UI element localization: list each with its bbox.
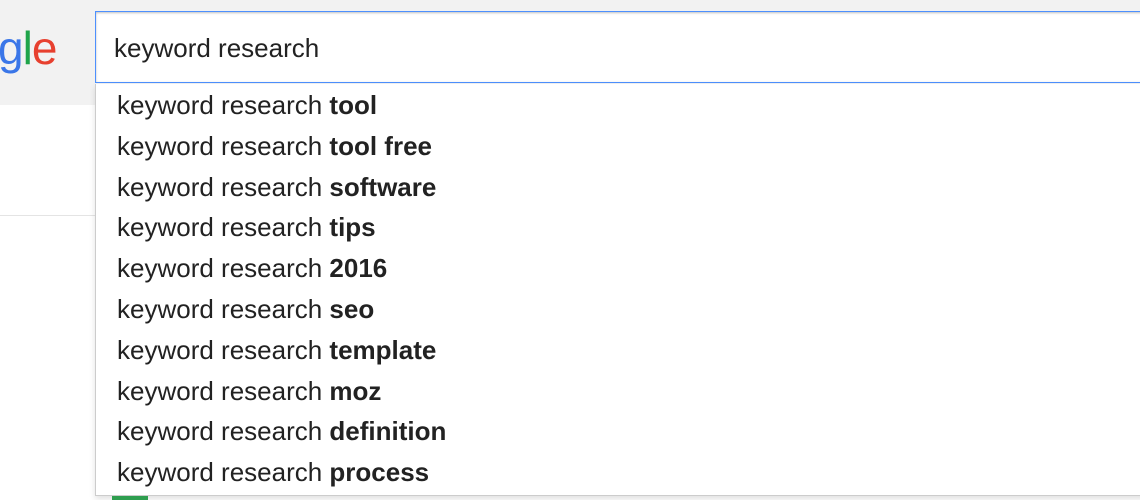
suggestion-completion: definition [329,416,447,447]
suggestion-completion: software [329,171,437,202]
suggestion-prefix: keyword research [117,334,330,365]
autocomplete-dropdown: keyword research tool keyword research t… [95,84,1140,496]
suggestion-item[interactable]: keyword research definition [96,410,1140,451]
suggestion-completion: seo [329,293,375,324]
logo-letter-e: e [31,22,58,74]
suggestion-item[interactable]: keyword research 2016 [96,247,1140,288]
suggestion-completion: tool [329,90,378,120]
suggestion-item[interactable]: keyword research tool free [96,125,1140,166]
suggestion-completion: tool free [329,130,432,161]
suggestion-completion: 2016 [329,253,388,284]
suggestion-completion: process [329,457,430,488]
suggestion-prefix: keyword research [117,130,330,161]
suggestion-completion: moz [329,375,382,406]
suggestion-completion: template [329,334,437,365]
suggestion-item[interactable]: keyword research seo [96,288,1140,329]
suggestion-prefix: keyword research [117,212,330,243]
suggestion-prefix: keyword research [117,90,330,120]
search-page: gle keyword research tool keyword resear… [0,0,1140,500]
search-result-peek [112,494,712,500]
suggestion-item[interactable]: keyword research process [96,451,1140,492]
suggestion-prefix: keyword research [117,253,330,284]
result-favicon-icon [112,496,148,500]
suggestion-prefix: keyword research [117,457,330,488]
suggestion-prefix: keyword research [117,293,330,324]
suggestion-item[interactable]: keyword research moz [96,370,1140,411]
suggestion-prefix: keyword research [117,375,330,406]
suggestion-prefix: keyword research [117,416,330,447]
suggestion-item[interactable]: keyword research template [96,329,1140,370]
search-input[interactable] [114,30,1114,66]
suggestion-completion: tips [329,212,376,243]
suggestion-prefix: keyword research [117,171,330,202]
search-box[interactable] [95,11,1140,83]
suggestion-item[interactable]: keyword research tips [96,206,1140,247]
suggestion-item[interactable]: keyword research software [96,166,1140,207]
google-logo[interactable]: gle [0,20,58,76]
logo-letter-l: l [22,22,33,74]
logo-letter-g: g [0,22,24,74]
suggestion-item[interactable]: keyword research tool [96,84,1140,125]
